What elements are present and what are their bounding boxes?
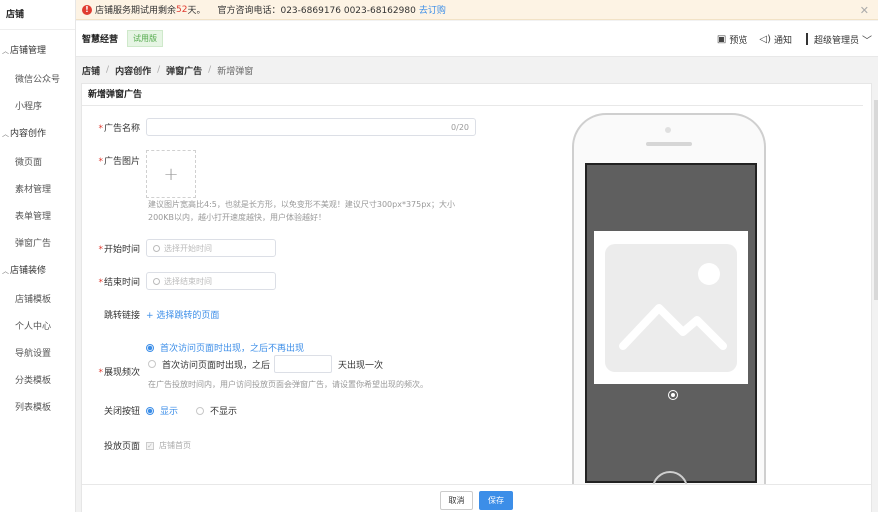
order-link[interactable]: 去订购 — [419, 3, 446, 16]
clock-icon — [153, 277, 160, 285]
app-title: 智慧经营 — [82, 35, 119, 45]
jump-label: 跳转链接 — [103, 311, 140, 321]
start-time-row: *开始时间 选择开始时间 — [82, 239, 276, 257]
frequency-label: 展现频次 — [103, 368, 140, 378]
scrollbar[interactable] — [874, 100, 878, 300]
plus-icon: + — [163, 163, 179, 185]
form-footer: 取消 保存 — [82, 484, 871, 512]
trial-badge: 试用版 — [127, 30, 164, 47]
end-time-row: *结束时间 选择结束时间 — [82, 272, 276, 290]
chevron-up-icon: ︿ — [2, 47, 9, 55]
sidebar-item-forms[interactable]: 表单管理 — [0, 204, 75, 231]
image-placeholder-icon — [605, 243, 737, 372]
notice-prefix: 店铺服务期试用剩余 — [95, 6, 177, 16]
image-upload-button[interactable]: + — [146, 150, 196, 198]
sidebar-item-category-template[interactable]: 分类模板 — [0, 368, 75, 395]
sidebar-group-shop-management[interactable]: ︿店铺管理 — [0, 38, 75, 65]
image-row: *广告图片 + — [82, 150, 196, 198]
close-label: 关闭按钮 — [103, 407, 140, 417]
breadcrumb-shop[interactable]: 店铺 — [82, 64, 100, 77]
name-char-count: 0/20 — [451, 122, 469, 132]
notice-suffix: 天。 — [187, 6, 206, 16]
ad-name-input[interactable]: 0/20 — [146, 118, 476, 136]
breadcrumb: 店铺 / 内容创作 / 弹窗广告 / 新增弹窗 — [82, 64, 254, 77]
trial-notice-bar: ! 店铺服务期试用剩余 52 天。 官方咨询电话：023-6869176 002… — [76, 0, 878, 20]
header-actions: ▣ 预览 ◁) 通知 超级管理员 ﹀ — [705, 21, 872, 57]
phone-camera — [665, 127, 671, 133]
phone-screen — [585, 163, 757, 483]
sidebar-item-wechat[interactable]: 微信公众号 — [0, 67, 75, 94]
preview-icon: ▣ — [716, 33, 727, 45]
phone-speaker — [646, 142, 692, 146]
start-label: 开始时间 — [103, 244, 140, 255]
name-label: 广告名称 — [103, 123, 140, 134]
page-title: 新增弹窗广告 — [82, 84, 863, 106]
ad-image-placeholder — [594, 231, 748, 384]
chevron-down-icon: ﹀ — [862, 35, 872, 47]
shop-home-checkbox[interactable]: ✓ 店铺首页 — [146, 440, 191, 451]
frequency-interval-radio[interactable]: 首次访问页面时出现，之后 — [148, 358, 270, 371]
warning-icon: ! — [82, 4, 92, 15]
sidebar-item-miniapp[interactable]: 小程序 — [0, 94, 75, 121]
interval-days-input[interactable] — [274, 355, 333, 373]
chevron-up-icon: ︿ — [2, 130, 9, 138]
close-show-radio[interactable]: 显示 — [146, 404, 178, 417]
sidebar-item-micropage[interactable]: 微页面 — [0, 150, 75, 177]
start-time-picker[interactable]: 选择开始时间 — [146, 239, 276, 257]
sidebar-group-decoration[interactable]: ︿店铺装修 — [0, 258, 75, 285]
chevron-up-icon: ︿ — [2, 267, 9, 275]
sidebar-item-popup-ads[interactable]: 弹窗广告 — [0, 231, 75, 258]
phone-preview — [572, 113, 766, 512]
target-page-row: 投放页面 ✓ 店铺首页 — [82, 439, 191, 452]
frequency-hint: 在广告投放时间内，用户访问投放页面会弹窗广告，请设置你希望出现的频次。 — [148, 380, 428, 389]
close-hide-radio[interactable]: 不显示 — [196, 404, 237, 417]
end-label: 结束时间 — [103, 277, 140, 288]
ad-close-icon — [668, 390, 678, 400]
user-menu[interactable]: 超级管理员 ﹀ — [814, 32, 872, 47]
frequency-once-radio[interactable]: 首次访问页面时出现，之后不再出现 — [146, 341, 304, 354]
sidebar-brand: 店铺 — [0, 0, 75, 30]
sidebar: 店铺 ︿店铺管理 微信公众号 小程序 ︿内容创作 微页面 素材管理 表单管理 弹… — [0, 0, 76, 512]
sidebar-item-shop-template[interactable]: 店铺模板 — [0, 287, 75, 314]
image-label: 广告图片 — [103, 157, 140, 167]
sidebar-item-nav-settings[interactable]: 导航设置 — [0, 341, 75, 368]
header-divider — [805, 33, 808, 45]
top-header: 智慧经营 试用版 ▣ 预览 ◁) 通知 超级管理员 ﹀ — [76, 21, 878, 57]
sidebar-item-list-template[interactable]: 列表模板 — [0, 395, 75, 422]
sidebar-item-profile[interactable]: 个人中心 — [0, 314, 75, 341]
image-hint: 建议图片宽高比4:5，也就是长方形，以免变形不美观！建议尺寸300px*375p… — [148, 200, 456, 222]
save-button[interactable]: 保存 — [479, 491, 513, 510]
frequency-interval-option: 首次访问页面时出现，之后 天出现一次 — [148, 355, 383, 373]
select-page-link[interactable]: + 选择跳转的页面 — [146, 308, 219, 321]
cancel-button[interactable]: 取消 — [440, 491, 473, 510]
sidebar-item-materials[interactable]: 素材管理 — [0, 177, 75, 204]
breadcrumb-content[interactable]: 内容创作 — [115, 64, 151, 77]
page-label: 投放页面 — [103, 442, 140, 452]
name-row: *广告名称 0/20 — [82, 118, 476, 136]
clock-icon — [153, 244, 160, 252]
breadcrumb-popup-ads[interactable]: 弹窗广告 — [166, 64, 202, 77]
notify-button[interactable]: ◁) 通知 — [759, 33, 792, 46]
speaker-icon: ◁) — [759, 33, 771, 45]
notice-days: 52 — [176, 4, 188, 15]
sidebar-group-content[interactable]: ︿内容创作 — [0, 121, 75, 148]
interval-suffix: 天出现一次 — [338, 360, 384, 371]
close-button-row: 关闭按钮 显示 不显示 — [82, 404, 237, 417]
close-icon[interactable]: ✕ — [860, 4, 869, 17]
notice-hotline: 官方咨询电话：023-6869176 0023-68162980 — [217, 6, 416, 16]
end-time-picker[interactable]: 选择结束时间 — [146, 272, 276, 290]
breadcrumb-current: 新增弹窗 — [217, 66, 254, 77]
preview-button[interactable]: ▣ 预览 — [717, 33, 747, 46]
jump-link-row: 跳转链接 + 选择跳转的页面 — [82, 308, 219, 321]
